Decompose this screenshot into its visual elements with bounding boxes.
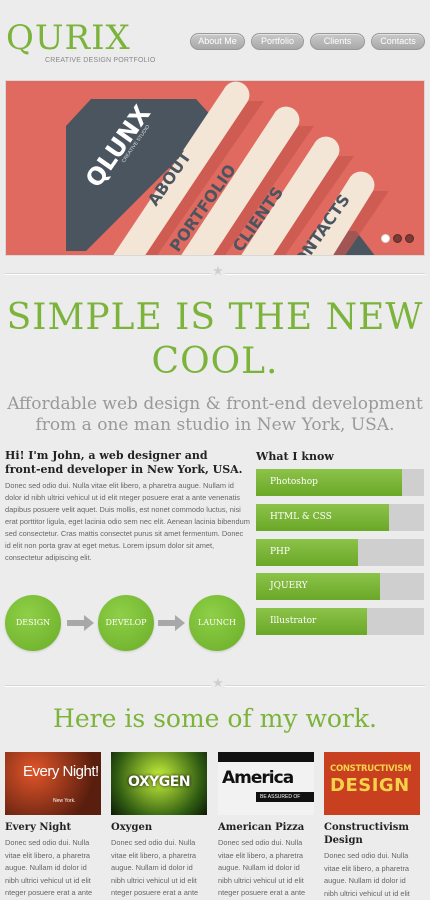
work-item[interactable]: Every Night! New York. Every Night Donec… [5,752,101,900]
thumb-subtitle: DESIGN [330,775,410,796]
skill-label: HTML & CSS [270,512,332,522]
nav-about-me[interactable]: About Me [190,33,245,50]
headline: SIMPLE IS THE NEW COOL. [6,297,424,382]
nav-clients[interactable]: Clients [310,33,365,50]
work-thumb-oxygen[interactable]: OXYGEN [111,752,207,815]
work-desc: Donec sed odio dui. Nulla vitae elit lib… [218,838,306,897]
work-thumb-every-night[interactable]: Every Night! New York. [5,752,101,815]
site-tagline: CREATIVE DESIGN PORTFOLIO [45,57,156,64]
slider-pagination [381,234,414,243]
work-name[interactable]: American Pizza [218,821,314,834]
skill-label: Illustrator [270,616,317,626]
skill-bar-php: PHP [256,539,424,566]
work-name[interactable]: Oxygen [111,821,207,834]
skill-bar-html-css: HTML & CSS [256,504,424,531]
step-design[interactable]: DESIGN [5,595,61,651]
work-item[interactable]: OXYGEN Oxygen Donec sed odio dui. Nulla … [111,752,207,900]
thumb-title: CONSTRUCTIVISM [330,764,412,774]
hero-slider[interactable]: QLUNX CREATIVE STUDIO ABOUT PORTFOLIO CL… [5,80,425,256]
arrow-right-icon [158,615,185,631]
slider-dot[interactable] [393,234,402,243]
work-name[interactable]: Every Night [5,821,101,834]
thumb-title: America [222,768,294,788]
work-title: Here is some of my work. [53,704,377,733]
thumb-subtitle: BE ASSURED OF [256,792,314,802]
work-desc: Donec sed odio dui. Nulla vitae elit lib… [111,838,199,897]
intro-body: Donec sed odio dui. Nulla vitae elit lib… [5,481,250,562]
header: QURIX CREATIVE DESIGN PORTFOLIO About Me… [0,0,430,70]
slider-artwork: QLUNX CREATIVE STUDIO ABOUT PORTFOLIO CL… [66,81,389,255]
work-thumb-american-pizza[interactable]: America BE ASSURED OF [218,752,314,815]
site-logo[interactable]: QURIX [6,20,131,56]
skill-bar-photoshop: Photoshop [256,469,424,496]
nav-contacts[interactable]: Contacts [371,33,425,50]
skill-bar-jquery: JQUERY [256,573,424,600]
process-steps: DESIGN DEVELOP LAUNCH [5,595,250,651]
step-develop[interactable]: DEVELOP [98,595,154,651]
work-name[interactable]: Constructivism Design [324,821,420,847]
skill-label: Photoshop [270,477,318,487]
divider: ★ [5,265,425,279]
work-desc: Donec sed odio dui. Nulla vitae elit lib… [5,838,93,897]
star-icon: ★ [211,676,225,691]
thumb-title: OXYGEN [127,774,191,790]
slider-dot[interactable] [381,234,390,243]
subheadline: Affordable web design & front-end develo… [7,394,423,435]
nav-portfolio[interactable]: Portfolio [251,33,304,50]
star-icon: ★ [211,264,225,279]
intro-title: Hi! I'm John, a web designer and front-e… [5,449,243,476]
step-launch[interactable]: LAUNCH [189,595,245,651]
slider-dot[interactable] [405,234,414,243]
work-item[interactable]: America BE ASSURED OF American Pizza Don… [218,752,314,900]
divider: ★ [5,677,425,691]
thumb-topbar [218,752,314,762]
skills-title: What I know [256,450,334,463]
main-nav: About Me Portfolio Clients Contacts [190,33,425,50]
arrow-right-icon [67,615,94,631]
work-item[interactable]: CONSTRUCTIVISM DESIGN Constructivism Des… [324,752,420,900]
skill-label: JQUERY [270,581,308,591]
thumb-title: Every Night! [23,763,99,780]
work-thumb-constructivism[interactable]: CONSTRUCTIVISM DESIGN [324,752,420,815]
skill-bar-illustrator: Illustrator [256,608,424,635]
work-desc: Donec sed odio dui. Nulla vitae elit lib… [324,851,410,898]
thumb-subtitle: New York. [53,798,76,804]
skill-label: PHP [270,547,290,557]
